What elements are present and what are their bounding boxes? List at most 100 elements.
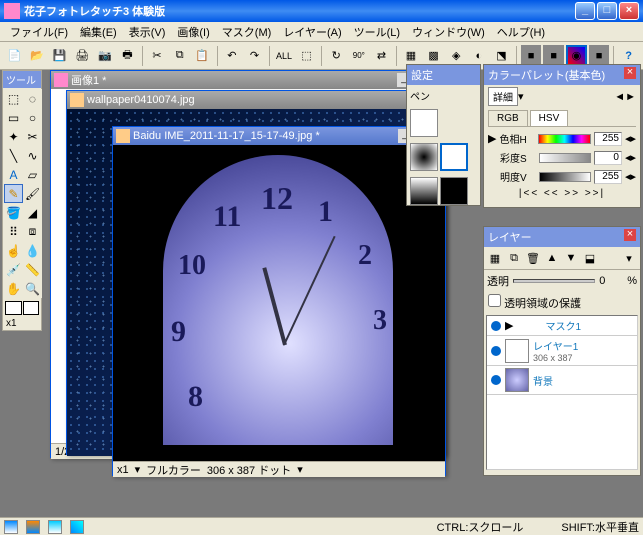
menu-view[interactable]: 表示(V) (123, 22, 172, 42)
pen-swatch-4[interactable] (410, 177, 438, 205)
menu-tool[interactable]: ツール(L) (348, 22, 406, 42)
pen-swatch-2[interactable] (410, 143, 438, 171)
spinner-icon[interactable]: ◂▸ (625, 151, 636, 164)
hand-tool[interactable]: ✋ (4, 279, 23, 298)
spray-tool[interactable]: ⠿ (4, 222, 23, 241)
opacity-input[interactable]: 0 (599, 275, 623, 287)
new-file-icon[interactable]: 📄 (4, 45, 25, 67)
bucket-tool[interactable]: 🪣 (4, 203, 23, 222)
save-icon[interactable]: 💾 (49, 45, 70, 67)
rect-tool[interactable]: ▭ (4, 108, 23, 127)
menu-file[interactable]: ファイル(F) (4, 22, 74, 42)
status-swatch-4[interactable] (70, 520, 84, 534)
pencil-tool[interactable]: ✎ (4, 184, 23, 203)
visibility-icon[interactable] (491, 375, 501, 385)
visibility-icon[interactable] (491, 346, 501, 356)
camera-icon[interactable]: 📷 (95, 45, 116, 67)
doc-canvas-baidu[interactable]: 12 11 10 9 8 1 2 3 (113, 145, 445, 461)
zoom-tool[interactable]: 🔍 (23, 279, 42, 298)
bg-color[interactable] (23, 301, 40, 315)
val-slider[interactable] (539, 172, 591, 182)
layer-menu-icon[interactable]: ▾ (620, 249, 638, 267)
redo-icon[interactable]: ↷ (244, 45, 265, 67)
arrow-left-icon[interactable]: ◄ (614, 91, 625, 103)
panel-close-icon[interactable]: × (624, 229, 636, 241)
palette-nav[interactable]: |<< << >> >>| (484, 186, 640, 201)
menu-layer[interactable]: レイヤー(A) (277, 22, 347, 42)
expand-icon[interactable]: ▶ (505, 319, 513, 332)
lasso-tool[interactable]: ◌ (23, 89, 42, 108)
sat-slider[interactable] (539, 153, 591, 163)
blur-tool[interactable]: 💧 (23, 241, 42, 260)
flip-icon[interactable]: ⇄ (371, 45, 392, 67)
status-swatch-2[interactable] (26, 520, 40, 534)
layer-new-icon[interactable]: ▦ (486, 249, 504, 267)
select-tool[interactable]: ⬚ (4, 89, 23, 108)
tab-hsv[interactable]: HSV (530, 110, 569, 126)
dropdown-icon[interactable]: ▾ (518, 90, 524, 103)
panel-close-icon[interactable]: × (624, 67, 636, 79)
arrow-right-icon[interactable]: ► (625, 91, 636, 103)
ruler-tool[interactable]: 📏 (23, 260, 42, 279)
minimize-button[interactable]: _ (575, 2, 595, 20)
layer-row-mask[interactable]: ▶ マスク1 (487, 316, 637, 336)
smudge-tool[interactable]: ☝ (4, 241, 23, 260)
doc-title-baidu[interactable]: Baidu IME_2011-11-17_15-17-49.jpg * _ □ … (113, 127, 445, 145)
menu-help[interactable]: ヘルプ(H) (491, 22, 551, 42)
detail-dropdown[interactable]: 詳細 (488, 87, 518, 106)
cut-icon[interactable]: ✂ (147, 45, 168, 67)
ellipse-tool[interactable]: ○ (23, 108, 42, 127)
eyedrop-tool[interactable]: 💉 (4, 260, 23, 279)
settings-title[interactable]: 設定 (407, 65, 480, 85)
pen-swatch-5[interactable] (440, 177, 468, 205)
layer-down-icon[interactable]: ▼ (562, 249, 580, 267)
curve-tool[interactable]: ∿ (23, 146, 42, 165)
wand-tool[interactable]: ✦ (4, 127, 23, 146)
scan-icon[interactable]: 🖨 (72, 45, 93, 67)
menu-mask[interactable]: マスク(M) (216, 22, 278, 42)
sat-input[interactable]: 0 (594, 151, 622, 165)
layer-dup-icon[interactable]: ⧉ (505, 249, 523, 267)
open-file-icon[interactable]: 📂 (27, 45, 48, 67)
maximize-button[interactable]: □ (597, 2, 617, 20)
layer-row-1[interactable]: レイヤー1 306 x 387 (487, 336, 637, 366)
dropdown-icon[interactable]: ▾ (297, 463, 303, 476)
tab-rgb[interactable]: RGB (488, 110, 528, 126)
layer-del-icon[interactable]: 🗑 (524, 249, 542, 267)
crop-tool[interactable]: ✂ (23, 127, 42, 146)
fg-color[interactable] (5, 301, 22, 315)
menu-window[interactable]: ウィンドウ(W) (406, 22, 491, 42)
val-input[interactable]: 255 (594, 170, 622, 184)
pen-swatch-1[interactable] (410, 109, 438, 137)
undo-icon[interactable]: ↶ (222, 45, 243, 67)
hue-input[interactable]: 255 (594, 132, 622, 146)
spinner-icon[interactable]: ◂▸ (625, 132, 636, 145)
all-icon[interactable]: ALL (274, 45, 295, 67)
opacity-slider[interactable] (513, 279, 595, 283)
menu-image[interactable]: 画像(I) (171, 22, 215, 42)
status-swatch-1[interactable] (4, 520, 18, 534)
dropdown-icon[interactable]: ▾ (135, 463, 141, 476)
rotate90-icon[interactable]: 90° (349, 45, 370, 67)
menu-edit[interactable]: 編集(E) (74, 22, 123, 42)
copy-icon[interactable]: ⧉ (169, 45, 190, 67)
visibility-icon[interactable] (491, 321, 501, 331)
status-swatch-3[interactable] (48, 520, 62, 534)
gradient-tool[interactable]: ◢ (23, 203, 42, 222)
rotate-icon[interactable]: ↻ (326, 45, 347, 67)
layer-up-icon[interactable]: ▲ (543, 249, 561, 267)
layers-title[interactable]: レイヤー × (484, 227, 640, 247)
line-tool[interactable]: ╲ (4, 146, 23, 165)
erase-tool[interactable]: ▱ (23, 165, 42, 184)
layer-merge-icon[interactable]: ⬓ (581, 249, 599, 267)
spinner-icon[interactable]: ◂▸ (625, 170, 636, 183)
stamp-tool[interactable]: ⧈ (23, 222, 42, 241)
protect-checkbox[interactable] (488, 294, 501, 307)
palette-title[interactable]: カラーパレット(基本色) × (484, 65, 640, 85)
doc-title-img1[interactable]: 画像1 * _ □ × (51, 71, 444, 89)
hue-slider[interactable] (538, 134, 590, 144)
deselect-icon[interactable]: ⬚ (296, 45, 317, 67)
brush-tool[interactable]: 🖌 (23, 184, 42, 203)
pen-swatch-3[interactable] (440, 143, 468, 171)
doc-title-wallpaper[interactable]: wallpaper0410074.jpg × (67, 91, 445, 109)
